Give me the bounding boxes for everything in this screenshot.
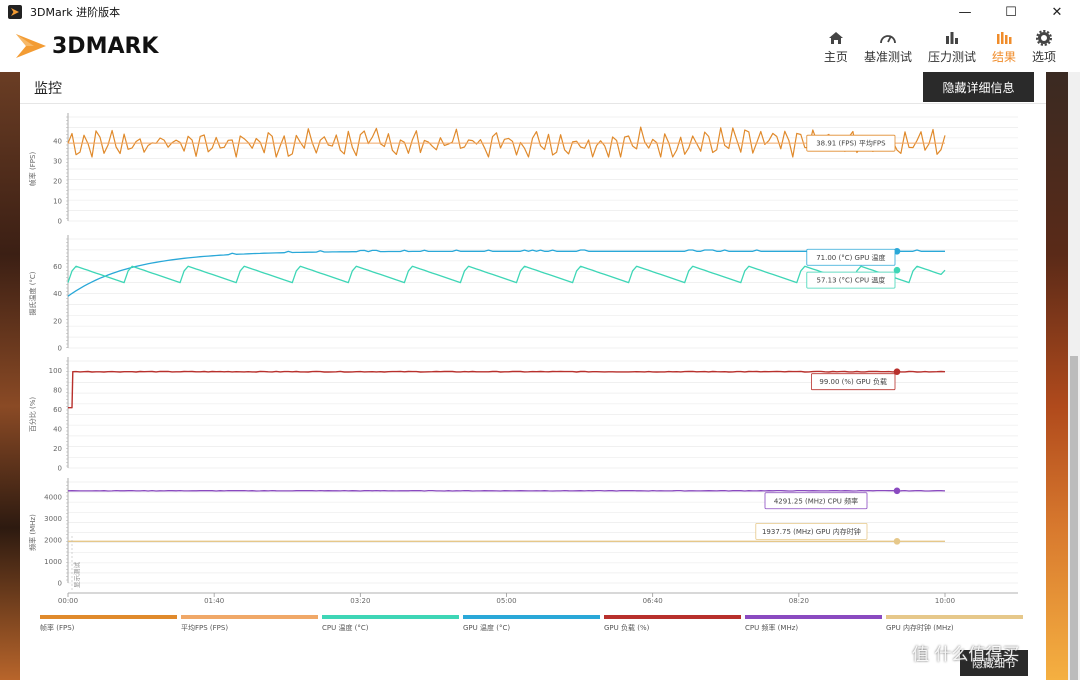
nav-results[interactable]: 结果 [992, 28, 1016, 65]
main-nav: 主页 基准测试 压力测试 结果 选项 [808, 28, 1056, 65]
y-tick-label: 30 [53, 158, 62, 166]
legend-swatch [40, 615, 177, 619]
app-icon [8, 5, 22, 19]
close-button[interactable]: ✕ [1034, 0, 1080, 24]
y-tick-label: 4000 [44, 494, 62, 502]
legend-label: 帧率 (FPS) [40, 624, 75, 632]
legend-swatch [604, 615, 741, 619]
nav-benchmarks[interactable]: 基准测试 [864, 28, 912, 65]
cpu-clock-marker [893, 487, 901, 495]
y-tick-label: 0 [58, 580, 62, 588]
logo-text: 3DMARK [52, 33, 159, 59]
cpu-clock-tooltip: 4291.25 (MHz) CPU 频率 [774, 496, 858, 505]
logo-mark-icon [16, 34, 46, 58]
app-header: 3DMARK 主页 基准测试 压力测试 结果 选项 [0, 24, 1080, 72]
chart-legend: 帧率 (FPS) 平均FPS (FPS) CPU 温度 (°C) GPU 温度 (°C… [40, 615, 1050, 645]
bar-chart-icon [944, 28, 960, 48]
legend-item[interactable]: 平均FPS (FPS) [181, 615, 318, 633]
y-tick-label: 80 [53, 387, 62, 395]
gpu-mem-clock-tooltip: 1937.75 (MHz) GPU 内存时钟 [762, 527, 861, 536]
nav-stress-tests-label: 压力测试 [927, 50, 976, 64]
legend-label: GPU 负载 (%) [604, 624, 650, 632]
x-tick-label: 08:20 [789, 597, 809, 605]
monitoring-panel: 监控 隐藏详细信息 0 10 20 30 40 帧率 (FPS) 0 20 40 60 摄氏温度 (… [20, 72, 1046, 680]
background-art-right [1046, 72, 1068, 680]
y-axis-label: 百分比 (%) [28, 397, 37, 433]
x-tick-label: 00:00 [58, 597, 78, 605]
watermark: 值 什么值得买 [912, 645, 1020, 665]
y-tick-label: 20 [53, 445, 62, 453]
y-axis-label: 摄氏温度 (°C) [28, 271, 37, 315]
nav-stress-tests[interactable]: 压力测试 [928, 28, 976, 65]
legend-swatch [322, 615, 459, 619]
x-tick-label: 01:40 [204, 597, 224, 605]
nav-home[interactable]: 主页 [824, 28, 848, 65]
gpu-load-tooltip: 99.00 (%) GPU 负载 [819, 377, 887, 386]
y-tick-label: 100 [49, 367, 62, 375]
gpu-mem-clock-marker [893, 538, 901, 545]
nav-options-label: 选项 [1031, 50, 1056, 64]
cpu-temp-tooltip: 57.13 (°C) CPU 温度 [817, 276, 886, 285]
y-axis-label: 频率 (MHz) [28, 514, 37, 551]
title-bar: 3DMark 进阶版本 — ☐ ✕ [0, 0, 1080, 24]
y-axis-label: 帧率 (FPS) [28, 152, 37, 187]
y-tick-label: 3000 [44, 515, 62, 523]
window-controls: — ☐ ✕ [942, 0, 1080, 24]
background-art-left [0, 72, 20, 680]
y-tick-label: 0 [58, 465, 62, 473]
legend-swatch [181, 615, 318, 619]
minimize-button[interactable]: — [942, 0, 988, 24]
app-window: 3DMark 进阶版本 — ☐ ✕ 3DMARK 主页 基准测试 压力测试 结果… [0, 0, 1080, 680]
gear-icon [1035, 28, 1052, 48]
y-tick-label: 0 [58, 345, 62, 353]
legend-item[interactable]: GPU 温度 (°C) [463, 615, 600, 633]
legend-label: 平均FPS (FPS) [181, 624, 229, 632]
legend-item[interactable]: GPU 内存时钟 (MHz) [886, 615, 1023, 633]
logo[interactable]: 3DMARK [14, 30, 158, 62]
nav-benchmarks-label: 基准测试 [863, 50, 912, 64]
monitoring-chart: 0 10 20 30 40 帧率 (FPS) 0 20 40 60 摄氏温度 (°C) 0 20 40 60… [28, 113, 1018, 605]
legend-label: GPU 温度 (°C) [463, 624, 511, 632]
y-tick-label: 40 [53, 290, 62, 298]
legend-label: CPU 频率 (MHz) [745, 624, 799, 632]
x-tick-label: 10:00 [935, 597, 955, 605]
nav-options[interactable]: 选项 [1032, 28, 1056, 65]
legend-label: GPU 内存时钟 (MHz) [886, 624, 954, 632]
results-icon [996, 28, 1012, 48]
gauge-icon [879, 28, 897, 48]
legend-item[interactable]: CPU 频率 (MHz) [745, 615, 882, 633]
y-tick-label: 60 [53, 406, 62, 414]
gpu-temp-tooltip: 71.00 (°C) GPU 温度 [816, 253, 885, 262]
avg-fps-tooltip: 38.91 (FPS) 平均FPS [816, 139, 886, 148]
maximize-button[interactable]: ☐ [988, 0, 1034, 24]
legend-swatch [745, 615, 882, 619]
y-tick-label: 60 [53, 263, 62, 271]
scrollbar-thumb[interactable] [1070, 356, 1078, 680]
legend-item[interactable]: GPU 负载 (%) [604, 615, 741, 633]
nav-home-label: 主页 [823, 50, 848, 64]
y-tick-label: 1000 [44, 558, 62, 566]
x-tick-label: 05:00 [496, 597, 516, 605]
x-tick-label: 03:20 [350, 597, 370, 605]
y-tick-label: 10 [53, 198, 62, 206]
y-tick-label: 40 [53, 426, 62, 434]
legend-swatch [886, 615, 1023, 619]
y-tick-label: 20 [53, 317, 62, 325]
window-title: 3DMark 进阶版本 [30, 6, 121, 19]
legend-swatch [463, 615, 600, 619]
nav-results-label: 结果 [991, 50, 1016, 64]
legend-label: CPU 温度 (°C) [322, 624, 369, 632]
x-tick-label: 06:40 [643, 597, 663, 605]
y-tick-label: 0 [58, 218, 62, 226]
y-tick-label: 40 [53, 138, 62, 146]
y-tick-label: 20 [53, 178, 62, 186]
vertical-scrollbar[interactable] [1068, 72, 1080, 680]
y-tick-label: 2000 [44, 537, 62, 545]
legend-item[interactable]: 帧率 (FPS) [40, 615, 177, 633]
legend-item[interactable]: CPU 温度 (°C) [322, 615, 459, 633]
home-icon [828, 28, 844, 48]
annotation-label: 显示测试 [72, 562, 81, 589]
